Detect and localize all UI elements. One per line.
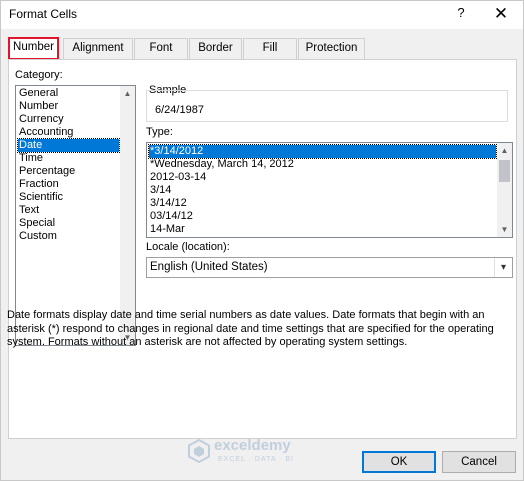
- dialog-title: Format Cells: [9, 7, 78, 21]
- category-label: Category:: [15, 69, 63, 81]
- scroll-up-arrow-icon[interactable]: ▲: [120, 86, 135, 101]
- type-item[interactable]: 14-Mar: [149, 223, 496, 236]
- category-item-time[interactable]: Time: [18, 152, 119, 165]
- title-bar: Format Cells ? ✕: [1, 1, 523, 29]
- category-item-custom[interactable]: Custom: [18, 230, 119, 243]
- ok-button[interactable]: OK: [362, 451, 436, 473]
- sample-value: 6/24/1987: [155, 104, 204, 116]
- help-button[interactable]: ?: [453, 5, 469, 23]
- number-tab-panel: Category: General Number Currency Accoun…: [8, 59, 517, 439]
- category-item-text[interactable]: Text: [18, 204, 119, 217]
- exceldemy-watermark: exceldemy EXCEL · DATA · BI: [188, 437, 328, 469]
- watermark-name: exceldemy: [214, 437, 291, 454]
- chevron-down-icon[interactable]: ▾: [494, 258, 512, 277]
- type-item[interactable]: 3/14: [149, 184, 496, 197]
- close-button[interactable]: ✕: [491, 4, 511, 24]
- watermark-tagline: EXCEL · DATA · BI: [218, 456, 294, 463]
- sample-box: 6/24/1987: [146, 90, 508, 122]
- type-scrollbar[interactable]: ▲ ▼: [497, 143, 512, 237]
- tab-fill[interactable]: Fill: [243, 38, 297, 59]
- cancel-button[interactable]: Cancel: [442, 451, 516, 473]
- category-item-general[interactable]: General: [18, 87, 119, 100]
- category-item-scientific[interactable]: Scientific: [18, 191, 119, 204]
- type-item[interactable]: 3/14/12: [149, 197, 496, 210]
- tab-number[interactable]: Number: [8, 37, 59, 60]
- tab-protection[interactable]: Protection: [298, 38, 365, 59]
- category-item-percentage[interactable]: Percentage: [18, 165, 119, 178]
- tab-border[interactable]: Border: [189, 38, 242, 59]
- type-item[interactable]: 2012-03-14: [149, 171, 496, 184]
- locale-label: Locale (location):: [146, 241, 230, 253]
- category-item-number[interactable]: Number: [18, 100, 119, 113]
- category-item-special[interactable]: Special: [18, 217, 119, 230]
- category-item-fraction[interactable]: Fraction: [18, 178, 119, 191]
- category-item-accounting[interactable]: Accounting: [18, 126, 119, 139]
- type-item[interactable]: *3/14/2012: [148, 144, 497, 159]
- scroll-up-arrow-icon[interactable]: ▲: [497, 143, 512, 158]
- exceldemy-logo-icon: [188, 439, 210, 463]
- tab-font[interactable]: Font: [134, 38, 188, 59]
- locale-dropdown[interactable]: English (United States) ▾: [146, 257, 513, 278]
- type-item[interactable]: *Wednesday, March 14, 2012: [149, 158, 496, 171]
- scroll-down-arrow-icon[interactable]: ▼: [497, 222, 512, 237]
- locale-value: English (United States): [150, 261, 268, 273]
- tab-alignment[interactable]: Alignment: [63, 38, 133, 59]
- type-item[interactable]: 03/14/12: [149, 210, 496, 223]
- type-list[interactable]: *3/14/2012 *Wednesday, March 14, 2012 20…: [146, 142, 513, 238]
- scroll-thumb[interactable]: [499, 160, 510, 182]
- category-scrollbar[interactable]: ▲ ▼: [120, 86, 135, 345]
- format-description: Date formats display date and time seria…: [7, 309, 494, 348]
- category-list[interactable]: General Number Currency Accounting Date …: [15, 85, 136, 346]
- category-item-date[interactable]: Date: [17, 138, 120, 153]
- type-label: Type:: [146, 126, 173, 138]
- category-item-currency[interactable]: Currency: [18, 113, 119, 126]
- format-cells-dialog: Format Cells ? ✕ Number Alignment Font B…: [0, 0, 524, 481]
